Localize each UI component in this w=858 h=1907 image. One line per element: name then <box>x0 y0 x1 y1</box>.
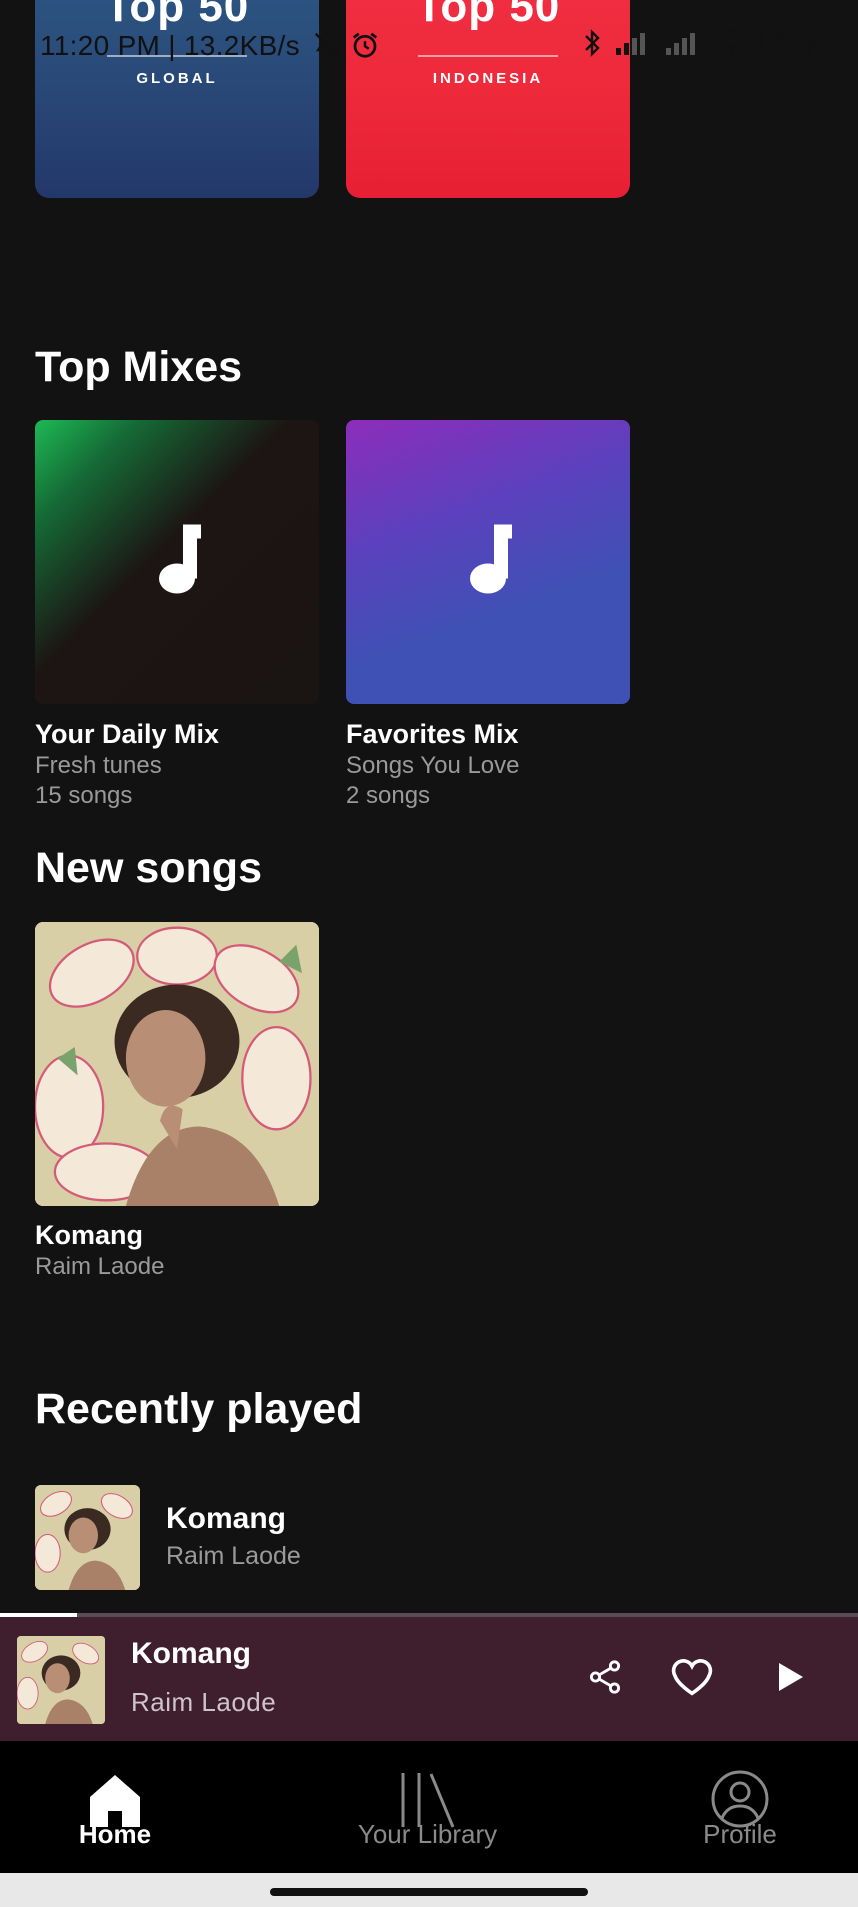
player-song-title: Komang <box>131 1637 251 1670</box>
gesture-area <box>0 1873 858 1907</box>
bottom-nav: Home Your Library Profile <box>0 1741 858 1873</box>
section-title-recently-played: Recently played <box>35 1385 363 1433</box>
nav-home-label: Home <box>78 1819 152 1849</box>
battery-level: 60 <box>777 32 795 49</box>
music-note-icon <box>464 524 512 600</box>
signal-icon <box>614 30 654 56</box>
top50-indonesia-subtitle: INDONESIA <box>432 70 544 87</box>
play-icon <box>775 1660 805 1699</box>
player-album-art <box>17 1636 105 1724</box>
song-title[interactable]: Komang <box>35 1220 143 1251</box>
recent-album-art <box>35 1485 140 1590</box>
wifi-icon <box>714 29 750 57</box>
nav-library-label: Your Library <box>357 1819 498 1849</box>
bluetooth-icon <box>580 28 604 58</box>
play-button[interactable] <box>766 1655 814 1703</box>
nav-library[interactable]: Your Library <box>340 1741 515 1873</box>
home-indicator[interactable] <box>270 1888 588 1896</box>
mute-bell-icon <box>312 30 342 67</box>
recent-song-artist: Raim Laode <box>166 1542 301 1570</box>
section-title-top-mixes: Top Mixes <box>35 343 243 391</box>
nav-profile[interactable]: Profile <box>690 1741 790 1873</box>
mix-song-count: 2 songs <box>346 782 431 809</box>
mix-subtitle: Fresh tunes <box>35 752 162 779</box>
album-art-komang[interactable] <box>35 922 319 1206</box>
mix-title[interactable]: Your Daily Mix <box>35 719 219 750</box>
mix-title[interactable]: Favorites Mix <box>346 719 519 750</box>
alarm-icon <box>350 30 380 67</box>
section-title-new-songs: New songs <box>35 844 262 892</box>
favorites-mix-cover[interactable] <box>346 420 630 704</box>
signal-icon <box>664 30 704 56</box>
top50-global-subtitle: GLOBAL <box>136 70 218 87</box>
mix-subtitle: Songs You Love <box>346 752 520 779</box>
daily-mix-cover[interactable] <box>35 420 319 704</box>
player-song-artist: Raim Laode <box>131 1687 277 1717</box>
mix-song-count: 15 songs <box>35 782 133 809</box>
battery-icon: 60 <box>760 30 818 56</box>
mini-player[interactable]: Komang Raim Laode <box>0 1617 858 1741</box>
nav-home[interactable]: Home <box>60 1741 170 1873</box>
recent-song-title: Komang <box>166 1502 286 1535</box>
status-bar: 11:20 PM | 13.2KB/s 60 <box>40 28 818 68</box>
heart-icon <box>670 1657 714 1702</box>
share-button[interactable] <box>581 1655 629 1703</box>
share-icon <box>586 1658 624 1701</box>
song-artist: Raim Laode <box>35 1253 165 1280</box>
like-button[interactable] <box>668 1655 716 1703</box>
nav-profile-label: Profile <box>703 1819 777 1849</box>
status-time: 11:20 PM | 13.2KB/s <box>40 30 300 61</box>
music-note-icon <box>153 524 201 600</box>
